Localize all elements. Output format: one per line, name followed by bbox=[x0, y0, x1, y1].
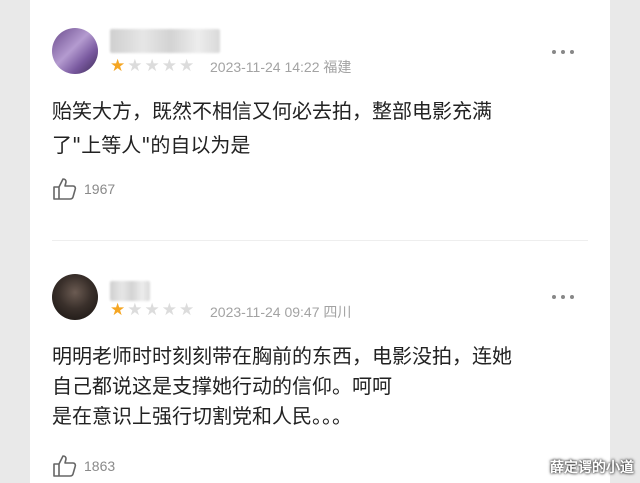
comment-item: ★ ★ ★ ★ ★ 2023-11-24 14:22 福建 贻笑大方，既然不相信… bbox=[30, 0, 610, 240]
comment-meta: 2023-11-24 09:47 四川 bbox=[210, 302, 351, 322]
username-blurred[interactable] bbox=[110, 29, 220, 53]
rating-stars: ★ ★ ★ ★ ★ bbox=[110, 57, 194, 75]
avatar[interactable] bbox=[52, 274, 98, 320]
star-icon: ★ bbox=[144, 56, 160, 76]
star-icon: ★ bbox=[161, 56, 177, 76]
comment-date: 2023-11-24 09:47 bbox=[210, 304, 320, 320]
comment-date: 2023-11-24 14:22 bbox=[210, 59, 320, 75]
comment-list: ★ ★ ★ ★ ★ 2023-11-24 14:22 福建 贻笑大方，既然不相信… bbox=[30, 0, 610, 483]
like-count: 1967 bbox=[84, 181, 116, 197]
comment-text: 贻笑大方，既然不相信又何必去拍，整部电影充满 了"上等人"的自以为是 bbox=[52, 99, 492, 157]
more-dots-icon[interactable] bbox=[552, 49, 574, 55]
star-icon: ★ bbox=[110, 56, 126, 76]
like-count: 1863 bbox=[84, 458, 116, 474]
username-blurred[interactable] bbox=[110, 281, 150, 301]
avatar[interactable] bbox=[52, 28, 98, 74]
rating-stars: ★ ★ ★ ★ ★ bbox=[110, 301, 194, 319]
star-icon: ★ bbox=[179, 56, 195, 76]
comment-location: 四川 bbox=[323, 304, 352, 320]
thumbs-up-icon bbox=[53, 178, 77, 200]
comment-item: ★ ★ ★ ★ ★ 2023-11-24 09:47 四川 明明老师时时刻刻带在… bbox=[30, 241, 610, 483]
thumbs-up-icon bbox=[53, 455, 77, 477]
comment-location: 福建 bbox=[323, 59, 352, 75]
star-icon: ★ bbox=[179, 300, 195, 320]
more-dots-icon[interactable] bbox=[552, 294, 574, 300]
like-button[interactable]: 1863 bbox=[52, 454, 115, 478]
star-icon: ★ bbox=[127, 300, 143, 320]
comment-meta: 2023-11-24 14:22 福建 bbox=[210, 57, 351, 77]
star-icon: ★ bbox=[110, 300, 126, 320]
star-icon: ★ bbox=[144, 300, 160, 320]
star-icon: ★ bbox=[127, 56, 143, 76]
watermark: 薛定谔的小道 bbox=[550, 460, 634, 476]
star-icon: ★ bbox=[161, 300, 177, 320]
comment-text: 明明老师时时刻刻带在胸前的东西，电影没拍，连她 自己都说这是支撑她行动的信仰。呵… bbox=[52, 344, 512, 428]
like-button[interactable]: 1967 bbox=[52, 177, 115, 201]
